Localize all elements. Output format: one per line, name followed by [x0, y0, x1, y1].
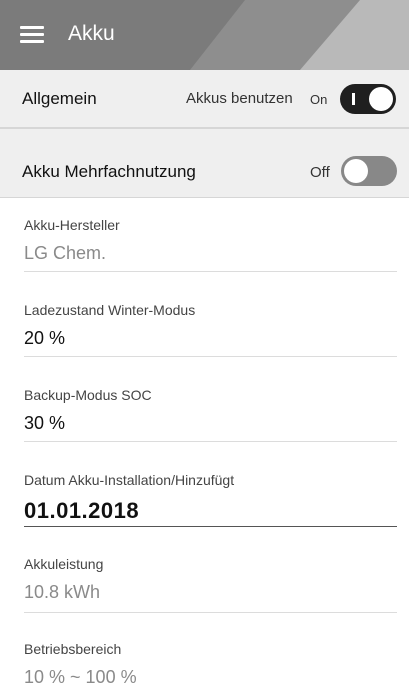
divider [24, 356, 397, 357]
multi-use-title: Akku Mehrfachnutzung [22, 162, 196, 181]
divider [24, 271, 397, 272]
winter-soc-field[interactable]: Ladezustand Winter-Modus 20 % [24, 302, 397, 357]
winter-soc-value[interactable]: 20 % [24, 328, 397, 349]
capacity-field: Akkuleistung 10.8 kWh [24, 556, 397, 613]
toggle-on-indicator-icon [352, 93, 355, 105]
divider [24, 526, 397, 527]
general-title: Allgemein [22, 89, 97, 108]
manufacturer-value: LG Chem. [24, 243, 107, 263]
divider [24, 612, 397, 613]
use-batteries-label: Akkus benutzen [186, 90, 293, 107]
install-date-label: Datum Akku-Installation/Hinzufügt [24, 472, 235, 488]
install-date-field[interactable]: Datum Akku-Installation/Hinzufügt 01.01.… [24, 472, 397, 527]
use-batteries-state: On [310, 92, 328, 107]
capacity-value: 10.8 kWh [24, 582, 101, 602]
app-bar: Akku [0, 0, 409, 70]
capacity-label: Akkuleistung [24, 556, 104, 572]
multi-use-toggle[interactable] [341, 156, 397, 186]
manufacturer-label: Akku-Hersteller [24, 217, 120, 233]
multi-use-state: Off [310, 164, 330, 181]
toggle-knob [344, 159, 368, 183]
multi-use-section: Akku Mehrfachnutzung Off [0, 128, 409, 198]
backup-soc-value[interactable]: 30 % [24, 413, 397, 434]
range-field: Betriebsbereich 10 % ~ 100 % [24, 641, 397, 688]
hamburger-menu-icon[interactable] [20, 26, 44, 44]
backup-soc-label: Backup-Modus SOC [24, 387, 152, 403]
divider [24, 441, 397, 442]
winter-soc-label: Ladezustand Winter-Modus [24, 302, 196, 318]
range-value: 10 % ~ 100 % [24, 667, 137, 687]
manufacturer-field: Akku-Hersteller LG Chem. [24, 217, 397, 272]
install-date-value[interactable]: 01.01.2018 [24, 498, 397, 524]
toggle-knob [369, 87, 393, 111]
range-label: Betriebsbereich [24, 641, 122, 657]
page-title: Akku [68, 22, 115, 45]
backup-soc-field[interactable]: Backup-Modus SOC 30 % [24, 387, 397, 442]
use-batteries-toggle[interactable] [340, 84, 396, 114]
general-section: Allgemein Akkus benutzen On [0, 70, 409, 128]
